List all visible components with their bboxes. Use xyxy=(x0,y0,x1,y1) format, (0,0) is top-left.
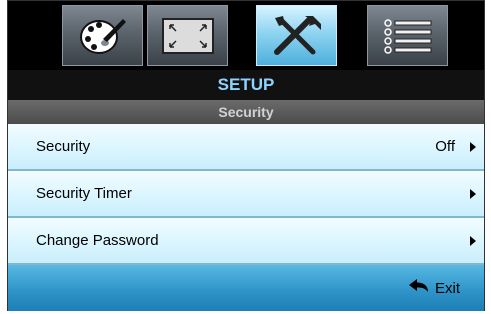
options-list-icon xyxy=(379,15,437,57)
tab-image-resize[interactable] xyxy=(147,5,228,66)
menu-item-label: Change Password xyxy=(36,232,159,249)
chevron-right-icon xyxy=(470,141,476,152)
tab-setup[interactable] xyxy=(256,5,337,66)
chevron-right-icon xyxy=(470,188,476,199)
exit-button[interactable]: Exit xyxy=(408,279,460,297)
menu-item-value: Off xyxy=(435,138,455,155)
display-resize-icon xyxy=(159,15,217,57)
menu-item-change-password[interactable]: Change Password xyxy=(8,218,484,265)
chevron-right-icon xyxy=(470,235,476,246)
footer-bar: Exit xyxy=(8,265,484,311)
exit-label: Exit xyxy=(434,279,460,297)
tab-options[interactable] xyxy=(367,5,448,66)
tools-icon xyxy=(269,12,325,60)
menu-item-label: Security xyxy=(36,138,91,155)
submenu-title-text: Security xyxy=(218,104,274,120)
menu-item-security-timer[interactable]: Security Timer xyxy=(8,171,484,218)
palette-icon xyxy=(77,13,129,59)
osd-menu: SETUP Security Security Off Security Tim… xyxy=(7,0,485,311)
menu-title-text: SETUP xyxy=(217,75,275,94)
menu-list: Security Off Security Timer Change Passw… xyxy=(8,124,484,265)
submenu-title: Security xyxy=(8,100,484,124)
menu-item-security[interactable]: Security Off xyxy=(8,124,484,171)
menu-title: SETUP xyxy=(8,70,484,100)
return-arrow-icon xyxy=(408,279,435,297)
tab-display-color[interactable] xyxy=(62,5,143,66)
menu-item-label: Security Timer xyxy=(36,185,132,202)
tab-bar xyxy=(8,1,484,70)
